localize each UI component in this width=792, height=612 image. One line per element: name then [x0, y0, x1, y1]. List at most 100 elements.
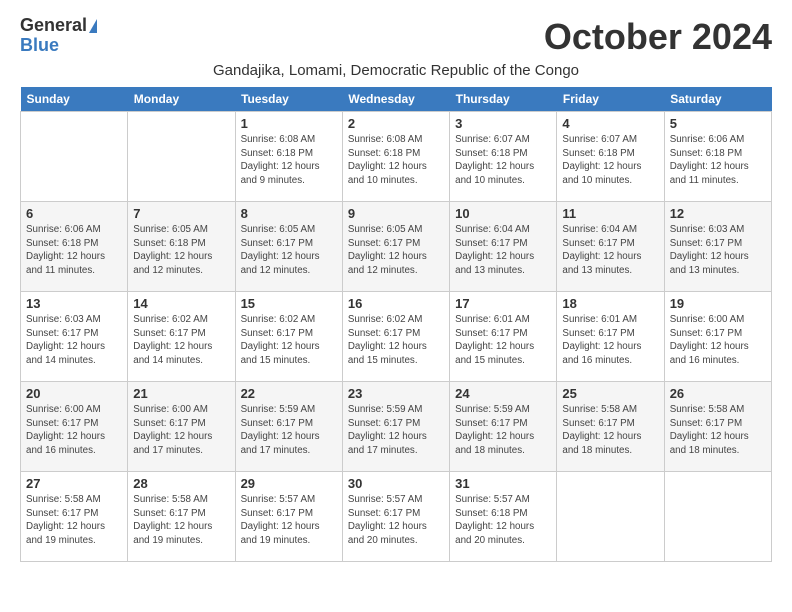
day-number: 24 [455, 386, 551, 401]
day-info: Sunrise: 6:04 AM Sunset: 6:17 PM Dayligh… [455, 223, 551, 278]
calendar-cell: 14 Sunrise: 6:02 AM Sunset: 6:17 PM Dayli… [128, 292, 235, 382]
week-row-4: 20 Sunrise: 6:00 AM Sunset: 6:17 PM Dayli… [21, 382, 772, 472]
day-number: 14 [133, 296, 229, 311]
calendar-cell: 22Sunrise: 5:59 AM Sunset: 6:17 PM Dayli… [235, 382, 342, 472]
location-subtitle: Gandajika, Lomami, Democratic Republic o… [20, 62, 772, 79]
day-number: 10 [455, 206, 551, 221]
day-info: Sunrise: 6:04 AM Sunset: 6:17 PM Dayligh… [562, 223, 658, 278]
logo: General Blue [20, 16, 97, 56]
day-number: 30 [348, 476, 444, 491]
day-info: Sunrise: 5:59 AM Sunset: 6:17 PM Dayligh… [241, 403, 337, 458]
calendar-cell: 19Sunrise: 6:00 AM Sunset: 6:17 PM Dayli… [664, 292, 771, 382]
header-tuesday: Tuesday [235, 87, 342, 112]
day-info: Sunrise: 6:02 AM Sunset: 6:17 PM Dayligh… [348, 313, 444, 368]
day-number: 12 [670, 206, 766, 221]
day-number: 25 [562, 386, 658, 401]
calendar-cell: 9 Sunrise: 6:05 AM Sunset: 6:17 PM Daylig… [342, 202, 449, 292]
day-info: Sunrise: 5:57 AM Sunset: 6:17 PM Dayligh… [241, 493, 337, 548]
calendar-cell: 21Sunrise: 6:00 AM Sunset: 6:17 PM Dayli… [128, 382, 235, 472]
day-info: Sunrise: 5:59 AM Sunset: 6:17 PM Dayligh… [455, 403, 551, 458]
day-number: 7 [133, 206, 229, 221]
calendar-cell: 13Sunrise: 6:03 AM Sunset: 6:17 PM Dayli… [21, 292, 128, 382]
week-row-1: 1 Sunrise: 6:08 AM Sunset: 6:18 PM Daylig… [21, 112, 772, 202]
day-info: Sunrise: 6:08 AM Sunset: 6:18 PM Dayligh… [348, 133, 444, 188]
day-number: 6 [26, 206, 122, 221]
day-info: Sunrise: 6:03 AM Sunset: 6:17 PM Dayligh… [670, 223, 766, 278]
calendar-cell: 4 Sunrise: 6:07 AM Sunset: 6:18 PM Daylig… [557, 112, 664, 202]
day-number: 5 [670, 116, 766, 131]
calendar-cell [557, 472, 664, 562]
day-number: 2 [348, 116, 444, 131]
day-info: Sunrise: 6:05 AM Sunset: 6:17 PM Dayligh… [241, 223, 337, 278]
day-info: Sunrise: 6:02 AM Sunset: 6:17 PM Dayligh… [241, 313, 337, 368]
day-info: Sunrise: 5:58 AM Sunset: 6:17 PM Dayligh… [670, 403, 766, 458]
calendar-cell: 27 Sunrise: 5:58 AM Sunset: 6:17 PM Dayli… [21, 472, 128, 562]
calendar-cell: 26 Sunrise: 5:58 AM Sunset: 6:17 PM Dayli… [664, 382, 771, 472]
calendar-cell: 28Sunrise: 5:58 AM Sunset: 6:17 PM Dayli… [128, 472, 235, 562]
day-info: Sunrise: 6:05 AM Sunset: 6:17 PM Dayligh… [348, 223, 444, 278]
header-thursday: Thursday [450, 87, 557, 112]
day-number: 31 [455, 476, 551, 491]
day-number: 9 [348, 206, 444, 221]
day-number: 1 [241, 116, 337, 131]
calendar-cell: 18 Sunrise: 6:01 AM Sunset: 6:17 PM Dayli… [557, 292, 664, 382]
week-row-5: 27 Sunrise: 5:58 AM Sunset: 6:17 PM Dayli… [21, 472, 772, 562]
day-number: 29 [241, 476, 337, 491]
day-number: 18 [562, 296, 658, 311]
day-info: Sunrise: 5:59 AM Sunset: 6:17 PM Dayligh… [348, 403, 444, 458]
day-number: 20 [26, 386, 122, 401]
month-title: October 2024 [544, 16, 772, 58]
day-number: 26 [670, 386, 766, 401]
day-info: Sunrise: 6:00 AM Sunset: 6:17 PM Dayligh… [670, 313, 766, 368]
day-info: Sunrise: 6:05 AM Sunset: 6:18 PM Dayligh… [133, 223, 229, 278]
logo-triangle-icon [89, 19, 97, 33]
day-number: 17 [455, 296, 551, 311]
day-info: Sunrise: 6:01 AM Sunset: 6:17 PM Dayligh… [562, 313, 658, 368]
calendar-cell: 5 Sunrise: 6:06 AM Sunset: 6:18 PM Daylig… [664, 112, 771, 202]
header-sunday: Sunday [21, 87, 128, 112]
day-number: 3 [455, 116, 551, 131]
calendar-cell: 2 Sunrise: 6:08 AM Sunset: 6:18 PM Daylig… [342, 112, 449, 202]
day-number: 13 [26, 296, 122, 311]
day-info: Sunrise: 5:57 AM Sunset: 6:17 PM Dayligh… [348, 493, 444, 548]
calendar-cell: 31 Sunrise: 5:57 AM Sunset: 6:18 PM Dayli… [450, 472, 557, 562]
calendar-cell: 8 Sunrise: 6:05 AM Sunset: 6:17 PM Daylig… [235, 202, 342, 292]
day-info: Sunrise: 6:07 AM Sunset: 6:18 PM Dayligh… [562, 133, 658, 188]
calendar-cell: 30 Sunrise: 5:57 AM Sunset: 6:17 PM Dayli… [342, 472, 449, 562]
calendar-cell [664, 472, 771, 562]
day-number: 16 [348, 296, 444, 311]
calendar-cell: 25Sunrise: 5:58 AM Sunset: 6:17 PM Dayli… [557, 382, 664, 472]
day-info: Sunrise: 5:58 AM Sunset: 6:17 PM Dayligh… [133, 493, 229, 548]
header-monday: Monday [128, 87, 235, 112]
day-info: Sunrise: 6:08 AM Sunset: 6:18 PM Dayligh… [241, 133, 337, 188]
day-info: Sunrise: 6:06 AM Sunset: 6:18 PM Dayligh… [670, 133, 766, 188]
day-info: Sunrise: 6:02 AM Sunset: 6:17 PM Dayligh… [133, 313, 229, 368]
calendar-table: SundayMondayTuesdayWednesdayThursdayFrid… [20, 87, 772, 562]
day-info: Sunrise: 6:06 AM Sunset: 6:18 PM Dayligh… [26, 223, 122, 278]
calendar-header-row: SundayMondayTuesdayWednesdayThursdayFrid… [21, 87, 772, 112]
header-wednesday: Wednesday [342, 87, 449, 112]
day-number: 4 [562, 116, 658, 131]
week-row-3: 13Sunrise: 6:03 AM Sunset: 6:17 PM Dayli… [21, 292, 772, 382]
calendar-cell [21, 112, 128, 202]
day-number: 11 [562, 206, 658, 221]
calendar-cell: 23 Sunrise: 5:59 AM Sunset: 6:17 PM Dayli… [342, 382, 449, 472]
day-info: Sunrise: 6:00 AM Sunset: 6:17 PM Dayligh… [26, 403, 122, 458]
day-info: Sunrise: 5:58 AM Sunset: 6:17 PM Dayligh… [26, 493, 122, 548]
calendar-cell: 20 Sunrise: 6:00 AM Sunset: 6:17 PM Dayli… [21, 382, 128, 472]
day-number: 15 [241, 296, 337, 311]
day-number: 27 [26, 476, 122, 491]
header-saturday: Saturday [664, 87, 771, 112]
week-row-2: 6 Sunrise: 6:06 AM Sunset: 6:18 PM Daylig… [21, 202, 772, 292]
calendar-cell: 1 Sunrise: 6:08 AM Sunset: 6:18 PM Daylig… [235, 112, 342, 202]
day-info: Sunrise: 6:00 AM Sunset: 6:17 PM Dayligh… [133, 403, 229, 458]
calendar-cell: 3Sunrise: 6:07 AM Sunset: 6:18 PM Daylig… [450, 112, 557, 202]
calendar-cell: 6 Sunrise: 6:06 AM Sunset: 6:18 PM Daylig… [21, 202, 128, 292]
day-number: 23 [348, 386, 444, 401]
logo-blue-text: Blue [20, 36, 59, 56]
day-info: Sunrise: 5:57 AM Sunset: 6:18 PM Dayligh… [455, 493, 551, 548]
calendar-cell: 7 Sunrise: 6:05 AM Sunset: 6:18 PM Daylig… [128, 202, 235, 292]
calendar-cell: 12 Sunrise: 6:03 AM Sunset: 6:17 PM Dayli… [664, 202, 771, 292]
day-number: 8 [241, 206, 337, 221]
calendar-cell: 16 Sunrise: 6:02 AM Sunset: 6:17 PM Dayli… [342, 292, 449, 382]
